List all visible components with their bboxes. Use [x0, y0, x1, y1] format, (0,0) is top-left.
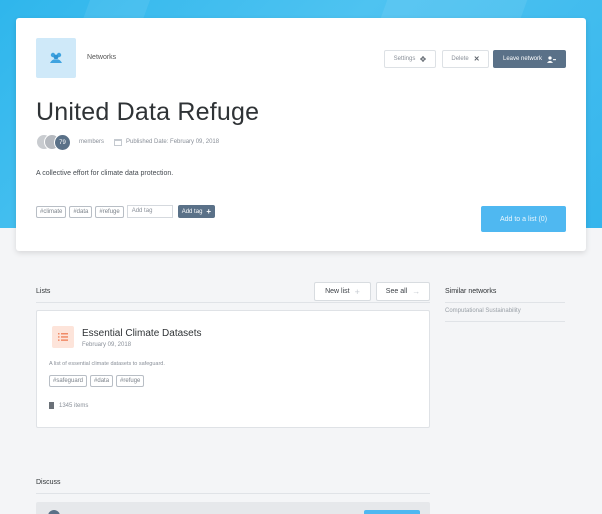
discuss-button[interactable]: [364, 510, 420, 514]
tag-chip[interactable]: #refuge: [116, 375, 145, 387]
user-leave-icon: [547, 55, 557, 63]
add-to-list-button[interactable]: Add to a list (0): [481, 206, 566, 232]
list-description: A list of essential climate datasets to …: [49, 361, 165, 367]
network-header-card: Networks Settings Delete ✕ Leave network…: [16, 18, 586, 251]
list-badge: [52, 326, 74, 348]
list-card[interactable]: Essential Climate Datasets February 09, …: [36, 310, 430, 428]
tag-chip[interactable]: #climate: [36, 205, 67, 218]
network-meta: 79 members Published Date: February 09, …: [36, 134, 220, 151]
document-icon: [49, 402, 54, 409]
member-count-badge: 79: [54, 134, 71, 151]
tag-chip[interactable]: #refuge: [95, 205, 124, 218]
plus-icon: +: [206, 207, 212, 216]
tag-chip[interactable]: #safeguard: [49, 375, 88, 387]
divider: [36, 302, 430, 303]
list-count-label: 1345 items: [59, 402, 89, 409]
new-list-button[interactable]: New list +: [314, 282, 371, 301]
list-tag-row: #safeguard #data #refuge: [49, 375, 145, 387]
see-all-label: See all: [385, 288, 408, 295]
leave-label: Leave network: [502, 56, 543, 62]
network-description: A collective effort for climate data pro…: [36, 170, 174, 177]
similar-networks-heading: Similar networks: [445, 288, 497, 295]
members-label: members: [79, 139, 105, 145]
settings-button[interactable]: Settings: [384, 50, 436, 68]
discuss-heading: Discuss: [36, 479, 61, 486]
calendar-icon: [114, 138, 123, 146]
plus-icon: +: [354, 286, 360, 297]
divider: [36, 493, 430, 494]
new-list-label: New list: [325, 288, 350, 295]
lists-heading: Lists: [36, 288, 51, 295]
discuss-preview[interactable]: [36, 502, 430, 514]
add-tag-input[interactable]: Add tag: [126, 205, 173, 218]
published-date: Published Date: February 09, 2018: [126, 139, 220, 145]
list-title[interactable]: Essential Climate Datasets: [82, 328, 202, 339]
similar-network-link[interactable]: Computational Sustainability: [445, 308, 521, 314]
settings-label: Settings: [393, 56, 416, 62]
breadcrumb-networks[interactable]: Networks: [87, 54, 116, 61]
close-icon: ✕: [473, 56, 480, 63]
divider: [445, 321, 565, 322]
delete-label: Delete: [451, 56, 469, 62]
network-badge: [36, 38, 76, 78]
tag-row: #climate #data #refuge Add tag Add tag +: [36, 205, 216, 218]
list-icon: [58, 333, 68, 341]
leave-network-button[interactable]: Leave network: [493, 50, 566, 68]
add-tag-button[interactable]: Add tag +: [177, 205, 216, 218]
add-tag-label: Add tag: [181, 208, 203, 215]
member-avatars[interactable]: 79: [36, 134, 74, 151]
delete-button[interactable]: Delete ✕: [442, 50, 489, 68]
divider: [445, 302, 565, 303]
arrow-right-icon: →: [412, 287, 421, 296]
see-all-button[interactable]: See all →: [376, 282, 430, 301]
tag-chip[interactable]: #data: [90, 375, 114, 387]
page-title: United Data Refuge: [36, 98, 260, 126]
list-date: February 09, 2018: [82, 342, 132, 348]
users-icon: [50, 52, 62, 63]
list-item-count: 1345 items: [49, 402, 88, 409]
gear-icon: [420, 56, 427, 62]
avatar: [48, 510, 60, 514]
tag-chip[interactable]: #data: [69, 205, 93, 218]
